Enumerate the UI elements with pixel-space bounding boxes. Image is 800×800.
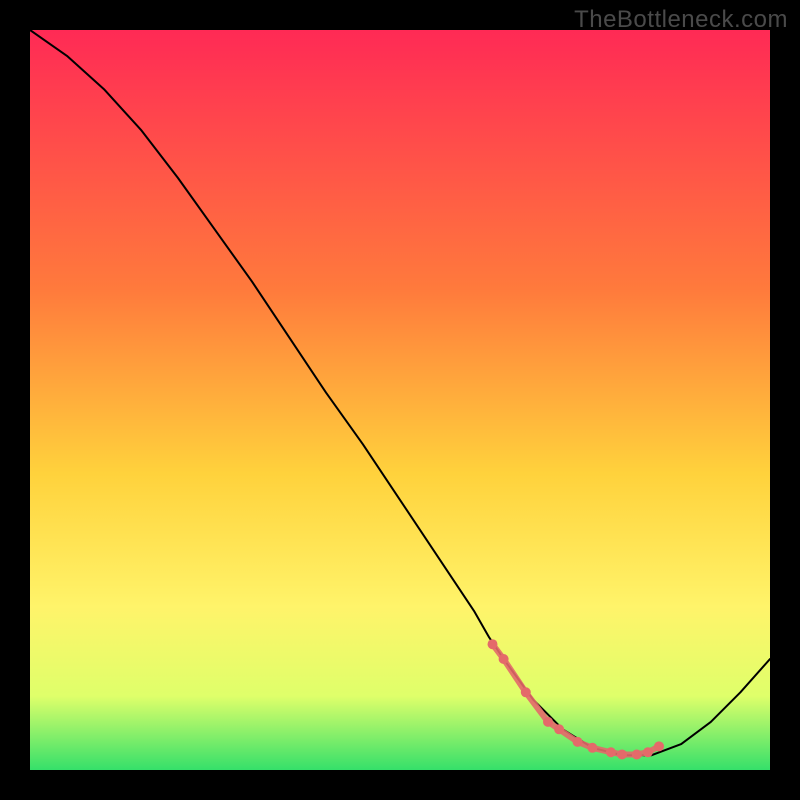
plot-area (30, 30, 770, 770)
watermark-label: TheBottleneck.com (574, 6, 788, 34)
gradient-background (30, 30, 770, 770)
chart-stage: TheBottleneck.com (0, 0, 800, 800)
chart-svg (30, 30, 770, 770)
